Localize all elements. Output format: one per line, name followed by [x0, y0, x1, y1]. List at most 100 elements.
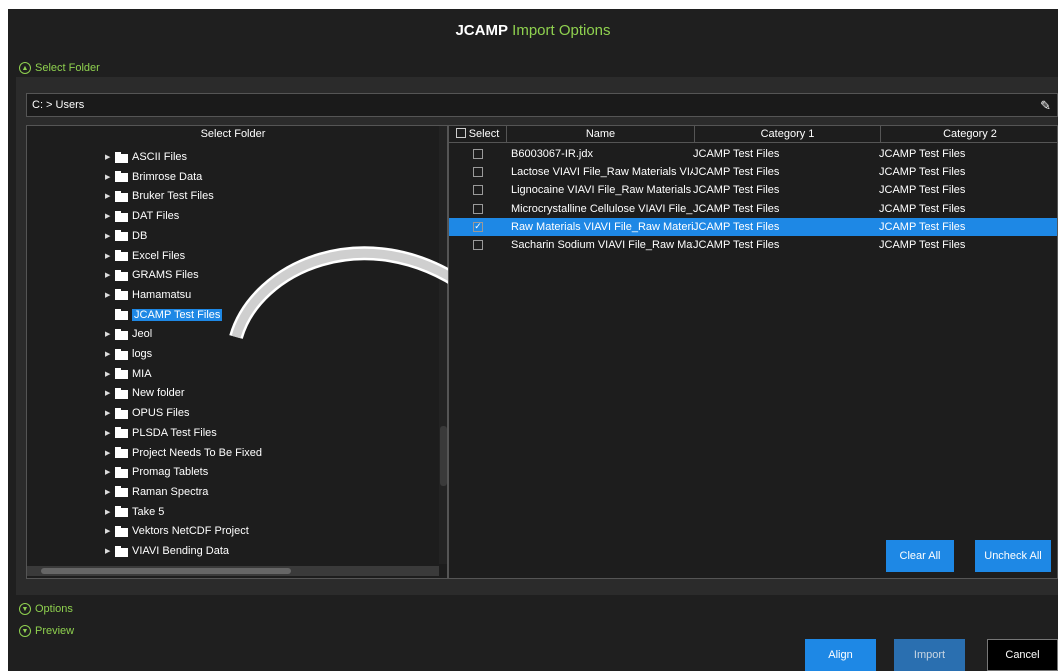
folder-icon [115, 230, 128, 242]
tree-item[interactable]: ▶ Project Needs To Be Fixed [105, 444, 262, 462]
edit-path-icon[interactable]: ✎ [1040, 98, 1051, 114]
expand-arrow-icon[interactable]: ▶ [105, 153, 115, 161]
row-checkbox[interactable] [473, 185, 483, 196]
tree-item-label: Hamamatsu [132, 288, 192, 301]
expand-arrow-icon[interactable]: ▶ [105, 449, 115, 457]
tree-vertical-scrollbar[interactable] [439, 126, 447, 564]
clear-all-button[interactable]: Clear All [886, 540, 954, 572]
category1-column-header[interactable]: Category 1 [695, 126, 881, 143]
folder-icon [115, 427, 128, 439]
tree-item-label: ASCII Files [132, 151, 188, 163]
tree-item-label: logs [132, 348, 153, 360]
select-all-checkbox[interactable] [455, 128, 466, 138]
tree-item-label: Vektors NetCDF Project [132, 525, 249, 538]
expand-arrow-icon[interactable]: ▶ [105, 409, 115, 417]
folder-icon [115, 506, 128, 518]
tree-item[interactable]: JCAMP Test Files [105, 306, 223, 324]
row-checkbox[interactable] [473, 149, 483, 159]
folder-icon [115, 545, 128, 557]
tree-item[interactable]: ▶ Bruker Test Files [105, 187, 214, 205]
tree-item-label: Raman Spectra [132, 485, 209, 498]
expand-arrow-icon[interactable]: ▶ [105, 192, 115, 200]
tree-item[interactable]: ▶ Jeol [105, 325, 152, 343]
tree-horizontal-scrollbar[interactable] [27, 566, 439, 576]
category2-column-header[interactable]: Category 2 [881, 126, 1058, 143]
expand-arrow-icon[interactable]: ▶ [105, 429, 115, 437]
folder-icon [115, 289, 128, 301]
tree-item[interactable]: ▶ Vektors NetCDF Project [105, 522, 249, 540]
file-row[interactable]: ✓ Raw Materials VIAVI File_Raw Materia JCA… [449, 217, 1057, 236]
tree-item[interactable]: ▶ ASCII Files [105, 148, 187, 166]
row-checkbox[interactable] [473, 240, 483, 250]
expand-arrow-icon[interactable]: ▶ [105, 527, 115, 535]
expand-arrow-icon[interactable]: ▶ [105, 488, 115, 496]
select-folder-toggle[interactable]: ▲ Select Folder [19, 62, 100, 74]
expand-arrow-icon[interactable]: ▶ [105, 330, 115, 338]
file-row[interactable]: B6003067-IR.jdx JCAMP Test Files JCAMP Tes… [449, 145, 1057, 163]
uncheck-all-button[interactable]: Uncheck All [975, 540, 1051, 572]
name-column-header[interactable]: Name [507, 126, 695, 143]
tree-item[interactable]: ▶ GRAMS Files [105, 266, 199, 284]
scroll-thumb[interactable] [440, 426, 447, 486]
expand-arrow-icon[interactable]: ▶ [105, 252, 115, 260]
tree-item[interactable]: ▶ MIA [105, 365, 152, 383]
file-category1: JCAMP Test Files [693, 166, 780, 179]
row-checkbox-cell [449, 167, 507, 178]
expand-arrow-icon[interactable]: ▶ [105, 212, 115, 220]
file-category2: JCAMP Test Files [879, 202, 966, 215]
row-checkbox[interactable]: ✓ [473, 221, 483, 232]
tree-item[interactable]: ▶ Take 5 [105, 503, 164, 521]
import-button[interactable]: Import [894, 639, 965, 671]
dialog-footer: Align Import Cancel [8, 635, 1058, 671]
align-button[interactable]: Align [805, 639, 876, 671]
expand-arrow-icon[interactable]: ▶ [105, 370, 115, 378]
file-row[interactable]: Lactose VIAVI File_Raw Materials VIA JCAM… [449, 163, 1057, 181]
path-breadcrumb[interactable]: C: > Users ✎ [26, 93, 1058, 117]
title-text: Import Options [512, 22, 611, 39]
tree-item[interactable]: ▶ DB [105, 227, 147, 245]
expand-arrow-icon[interactable]: ▶ [105, 232, 115, 240]
tree-item[interactable]: ▶ OPUS Files [105, 404, 189, 422]
tree-item-label: Project Needs To Be Fixed [132, 446, 263, 459]
expand-arrow-icon[interactable]: ▶ [105, 508, 115, 516]
folder-icon [115, 466, 128, 478]
tree-item[interactable]: ▶ VIAVI Bending Data [105, 542, 229, 560]
row-checkbox[interactable] [473, 167, 483, 178]
scroll-thumb[interactable] [41, 568, 291, 574]
select-column-header[interactable]: Select [449, 126, 507, 143]
file-row[interactable]: Microcrystalline Cellulose VIAVI File_I J… [449, 200, 1057, 218]
file-category1: JCAMP Test Files [693, 220, 780, 233]
tree-item[interactable]: ▶ logs [105, 345, 152, 363]
file-name: Raw Materials VIAVI File_Raw Materia [511, 220, 693, 233]
tree-item[interactable]: ▶ Hamamatsu [105, 286, 191, 304]
cancel-button[interactable]: Cancel [987, 639, 1058, 671]
expand-arrow-icon[interactable]: ▶ [105, 350, 115, 358]
tree-item[interactable]: ▶ New folder [105, 384, 185, 402]
tree-item[interactable]: ▶ PLSDA Test Files [105, 424, 217, 442]
file-row[interactable]: Sacharin Sodium VIAVI File_Raw Mat JCAMP … [449, 236, 1057, 254]
file-category2: JCAMP Test Files [879, 239, 966, 251]
tree-item[interactable]: ▶ Excel Files [105, 247, 185, 265]
tree-item[interactable]: ▶ Raman Spectra [105, 483, 208, 501]
expand-arrow-icon[interactable]: ▶ [105, 291, 115, 299]
import-dialog: JCAMP Import Options ▲ Select Folder C: … [8, 9, 1058, 671]
expand-arrow-icon[interactable]: ▶ [105, 271, 115, 279]
tree-item-label: Bruker Test Files [132, 190, 214, 203]
options-toggle[interactable]: ▼ Options [19, 603, 73, 615]
folder-icon [115, 309, 128, 321]
tree-item-label: DB [132, 229, 148, 242]
expand-arrow-icon[interactable]: ▶ [105, 173, 115, 181]
row-checkbox[interactable] [473, 203, 483, 214]
file-row[interactable]: Lignocaine VIAVI File_Raw Materials ' JCA… [449, 181, 1057, 199]
folder-icon [115, 210, 128, 222]
folder-icon [115, 486, 128, 498]
expand-arrow-icon[interactable]: ▶ [105, 389, 115, 397]
expand-arrow-icon[interactable]: ▶ [105, 468, 115, 476]
chevron-up-icon: ▲ [19, 62, 31, 74]
tree-item[interactable]: ▶ Brimrose Data [105, 168, 202, 186]
folder-icon [115, 368, 128, 380]
tree-item[interactable]: ▶ DAT Files [105, 207, 179, 225]
row-checkbox-cell [449, 149, 507, 159]
expand-arrow-icon[interactable]: ▶ [105, 547, 115, 555]
tree-item[interactable]: ▶ Promag Tablets [105, 463, 208, 481]
